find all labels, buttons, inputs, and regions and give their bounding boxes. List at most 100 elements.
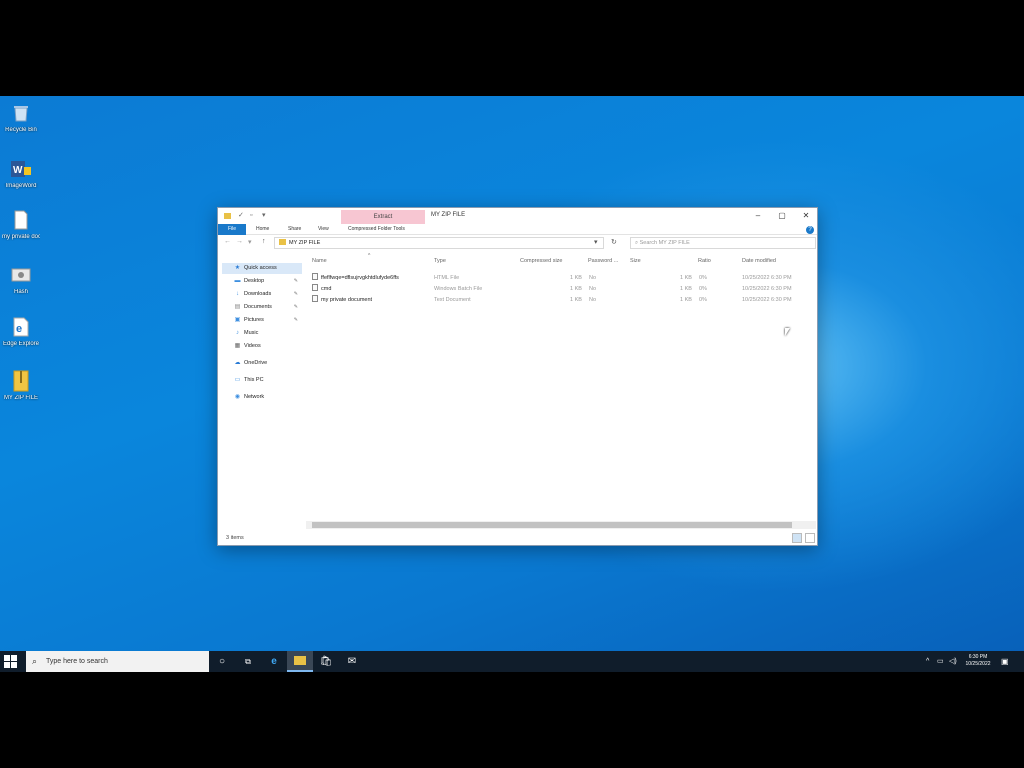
search-icon: ⌕ — [32, 656, 38, 666]
file-name: cmd — [321, 286, 332, 292]
nav-item-pictures[interactable]: ▣ Pictures ✎ — [222, 315, 302, 326]
text-file-icon — [312, 295, 318, 302]
task-view-icon[interactable]: ⧉ — [235, 651, 261, 672]
download-icon: ↓ — [236, 291, 239, 297]
desktop-icon-my-private-document[interactable]: my private document — [2, 209, 40, 241]
file-explorer-window[interactable]: ✓ ▫ ▾ Extract MY ZIP FILE – ▢ ✕ File Hom… — [217, 207, 818, 546]
details-view-icon[interactable] — [792, 533, 802, 543]
cloud-icon: ☁ — [234, 360, 241, 366]
computer-icon: ▭ — [234, 377, 241, 383]
forward-arrow-icon[interactable]: → — [236, 238, 243, 245]
pin-icon: ✎ — [293, 317, 298, 323]
address-bar[interactable]: MY ZIP FILE — [274, 237, 604, 249]
title-bar[interactable]: ✓ ▫ ▾ Extract MY ZIP FILE – ▢ ✕ — [218, 208, 817, 224]
volume-icon[interactable]: ◁) — [949, 651, 957, 672]
column-header-compressed-size[interactable]: Compressed size — [520, 258, 563, 268]
search-input[interactable]: ⌕ Search MY ZIP FILE — [630, 237, 816, 249]
zip-folder-icon — [279, 239, 286, 245]
back-arrow-icon[interactable]: ← — [224, 238, 231, 245]
column-header-date-modified[interactable]: Date modified — [742, 258, 776, 268]
edge-icon[interactable]: e — [261, 651, 287, 672]
nav-item-documents[interactable]: ▤ Documents ✎ — [222, 302, 302, 313]
search-placeholder: Search MY ZIP FILE — [639, 240, 690, 246]
file-date: 10/25/2022 6:30 PM — [742, 275, 792, 281]
show-hidden-icons-icon[interactable]: ^ — [926, 651, 929, 672]
file-password: No — [589, 275, 597, 281]
network-tray-icon[interactable]: ▭ — [937, 651, 944, 672]
desktop-icon-label: Edge Explore — [2, 341, 40, 347]
tab-compressed-folder-tools[interactable]: Compressed Folder Tools — [344, 224, 409, 235]
clock[interactable]: 6:30 PM 10/25/2022 — [960, 654, 996, 668]
tab-share[interactable]: Share — [284, 224, 305, 235]
taskbar: ⌕ Type here to search ○ ⧉ e 🛍 ✉ ^ ▭ ◁) 6… — [0, 651, 1024, 672]
column-header-ratio[interactable]: Ratio — [698, 258, 711, 268]
nav-item-onedrive[interactable]: ☁ OneDrive — [222, 358, 302, 369]
file-row[interactable]: ffeflfwqe=dflsujrvgkhtdlufyde6ffs HTML F… — [308, 273, 808, 283]
help-icon[interactable]: ? — [806, 226, 814, 234]
navigation-pane: ★ Quick access ▬ Desktop ✎ ↓ Downloads ✎ ▤ Doc… — [218, 263, 304, 531]
tab-file[interactable]: File — [218, 224, 246, 235]
nav-item-quick-access[interactable]: ★ Quick access — [222, 263, 302, 274]
address-dropdown-icon[interactable]: ▾ — [594, 238, 598, 246]
column-header-type[interactable]: Type — [434, 258, 446, 268]
desktop-icon-edge[interactable]: e Edge Explore — [2, 316, 40, 348]
nav-item-desktop[interactable]: ▬ Desktop ✎ — [222, 276, 302, 287]
file-type: Windows Batch File — [434, 286, 483, 292]
nav-item-music[interactable]: ♪ Music — [222, 328, 302, 339]
minimize-button[interactable]: – — [751, 210, 765, 222]
properties-icon[interactable]: ✓ — [238, 212, 246, 220]
file-row[interactable]: cmd Windows Batch File 1 KB No 1 KB 0% 1… — [308, 284, 808, 294]
refresh-icon[interactable]: ↻ — [611, 238, 617, 246]
nav-label: Music — [244, 330, 259, 336]
desktop-icon-hash[interactable]: Hash — [2, 264, 40, 296]
file-ratio: 0% — [699, 275, 707, 281]
recent-locations-icon[interactable]: ▾ — [248, 238, 252, 246]
desktop-icon-label: my private document — [2, 234, 40, 240]
column-header-name[interactable]: Name — [312, 258, 327, 268]
nav-item-network[interactable]: ◉ Network — [222, 392, 302, 403]
desktop-icon-recycle-bin[interactable]: Recycle Bin — [2, 102, 40, 134]
start-button[interactable] — [4, 655, 18, 669]
desktop-icon-zip-folder[interactable]: MY ZIP FILE — [2, 370, 40, 402]
desktop-icon-imageword[interactable]: W ImageWord — [2, 158, 40, 190]
nav-item-videos[interactable]: ▦ Videos — [222, 341, 302, 352]
nav-item-downloads[interactable]: ↓ Downloads ✎ — [222, 289, 302, 300]
maximize-button[interactable]: ▢ — [775, 210, 789, 222]
quick-access-dropdown-icon[interactable]: ▾ — [262, 212, 270, 220]
notifications-icon[interactable]: ▣ — [1001, 651, 1009, 672]
large-icons-view-icon[interactable] — [805, 533, 815, 543]
file-type: Text Document — [434, 297, 471, 303]
new-folder-icon[interactable]: ▫ — [250, 212, 258, 220]
batch-file-icon — [312, 284, 318, 291]
file-row[interactable]: my private document Text Document 1 KB N… — [308, 295, 808, 305]
column-header-size[interactable]: Size — [630, 258, 641, 268]
folder-icon — [224, 212, 232, 220]
nav-label: This PC — [244, 377, 264, 383]
store-icon[interactable]: 🛍 — [313, 651, 339, 672]
cortana-icon[interactable]: ○ — [209, 651, 235, 672]
desktop-icon-label: MY ZIP FILE — [3, 395, 39, 401]
desktop-icon: ▬ — [234, 278, 241, 284]
desktop-icon-label: Recycle Bin — [5, 127, 37, 133]
file-compressed-size: 1 KB — [570, 286, 582, 292]
file-password: No — [589, 297, 597, 303]
pictures-icon: ▣ — [234, 317, 241, 323]
tab-view[interactable]: View — [314, 224, 333, 235]
scrollbar-thumb[interactable] — [312, 522, 792, 528]
mail-icon[interactable]: ✉ — [339, 651, 365, 672]
tab-home[interactable]: Home — [252, 224, 273, 235]
file-list[interactable]: Name ^ Type Compressed size Password ...… — [308, 253, 816, 528]
horizontal-scrollbar[interactable] — [306, 521, 816, 529]
file-explorer-icon[interactable] — [287, 651, 313, 672]
file-date: 10/25/2022 6:30 PM — [742, 286, 792, 292]
file-date: 10/25/2022 6:30 PM — [742, 297, 792, 303]
up-arrow-icon[interactable]: ↑ — [262, 238, 266, 245]
taskbar-search-box[interactable]: ⌕ Type here to search — [26, 651, 209, 672]
nav-item-this-pc[interactable]: ▭ This PC — [222, 375, 302, 386]
close-button[interactable]: ✕ — [799, 210, 813, 222]
extract-contextual-tab[interactable]: Extract — [341, 210, 425, 224]
html-file-icon — [312, 273, 318, 280]
recycle-bin-icon — [10, 102, 32, 124]
file-compressed-size: 1 KB — [570, 297, 582, 303]
column-header-password[interactable]: Password ... — [588, 258, 618, 268]
